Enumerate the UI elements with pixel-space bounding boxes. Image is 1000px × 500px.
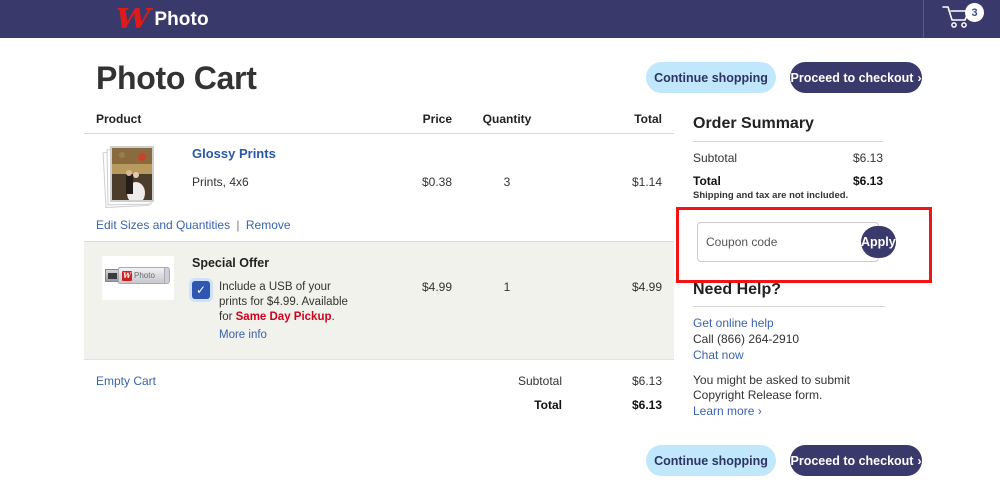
product-values-row: Prints, 4x6 $0.38 3 $1.14 <box>192 175 662 189</box>
column-header-total: Total <box>634 112 662 126</box>
cart-area[interactable]: 3 <box>923 0 984 38</box>
glossy-prints-thumbnail[interactable] <box>102 146 156 209</box>
offer-description: Include a USB of your prints for $4.99. … <box>219 280 360 325</box>
shipping-tax-note: Shipping and tax are not included. <box>693 190 849 201</box>
cart-table: Product Price Quantity Total Glossy Prin… <box>84 112 674 412</box>
usb-cap <box>164 267 170 284</box>
proceed-to-checkout-button-top[interactable]: Proceed to checkout › <box>790 62 922 93</box>
offer-total: $4.99 <box>631 280 662 294</box>
offer-description-block: ✓ Include a USB of your prints for $4.99… <box>192 280 360 343</box>
continue-shopping-button-top[interactable]: Continue shopping <box>646 62 776 93</box>
product-name-link[interactable]: Glossy Prints <box>192 146 662 161</box>
help-phone-number: Call (866) 264-2910 <box>693 332 800 346</box>
continue-shopping-button-bottom[interactable]: Continue shopping <box>646 445 776 476</box>
column-header-price: Price <box>422 112 452 126</box>
product-quantity: 3 <box>503 175 511 189</box>
cart-subtotal-label: Subtotal <box>517 374 562 388</box>
action-separator: | <box>236 218 240 232</box>
special-offer-values-row: ✓ Include a USB of your prints for $4.99… <box>192 280 662 343</box>
usb-photo-label: Photo <box>134 271 155 280</box>
order-summary-total-value: $6.13 <box>852 174 883 188</box>
offer-quantity: 1 <box>503 280 511 294</box>
product-description: Prints, 4x6 <box>192 175 249 189</box>
remove-item-link[interactable]: Remove <box>246 218 291 232</box>
checkout-label-bottom: Proceed to checkout <box>790 453 914 468</box>
coupon-code-input[interactable] <box>706 235 861 249</box>
wedding-photo-image <box>111 147 153 201</box>
product-price: $0.38 <box>421 175 452 189</box>
usb-thumbnail-cell: W Photo <box>96 256 192 343</box>
cart-total-value: $6.13 <box>631 398 662 412</box>
walgreens-w-icon: W <box>115 4 151 35</box>
special-offer-heading: Special Offer <box>192 256 270 270</box>
checkout-label: Proceed to checkout <box>790 70 914 85</box>
order-summary-subtotal-row: Subtotal $6.13 <box>693 151 883 165</box>
site-header: W Photo 3 <box>0 0 1000 38</box>
usb-walgreens-badge-icon: W <box>122 270 132 281</box>
cart-table-header: Product Price Quantity Total <box>84 112 674 134</box>
chat-now-link[interactable]: Chat now <box>693 347 885 363</box>
item-actions-row: Edit Sizes and Quantities | Remove <box>84 208 674 242</box>
empty-cart-link[interactable]: Empty Cart <box>96 374 452 388</box>
special-offer-row: W Photo Special Offer ✓ Include a USB of… <box>84 242 674 360</box>
brand-name-label: Photo <box>154 8 209 30</box>
order-summary-total-label: Total <box>693 174 721 188</box>
order-summary-subtotal-label: Subtotal <box>693 151 738 165</box>
apply-coupon-button[interactable]: Apply <box>861 226 896 258</box>
cart-subtotal-row: Empty Cart Subtotal $6.13 <box>84 360 674 388</box>
column-header-product: Product <box>96 112 142 126</box>
chevron-right-icon: › <box>917 70 922 85</box>
page-title: Photo Cart <box>96 60 257 96</box>
edit-sizes-quantities-link[interactable]: Edit Sizes and Quantities <box>96 218 230 232</box>
product-info-cell: Glossy Prints Prints, 4x6 $0.38 3 $1.14 <box>192 146 662 208</box>
more-info-link[interactable]: More info <box>219 329 267 341</box>
offer-text-wrapper: Include a USB of your prints for $4.99. … <box>219 280 360 343</box>
order-summary-panel: Order Summary Subtotal $6.13 Total $6.13… <box>693 115 883 201</box>
column-header-quantity: Quantity <box>482 112 532 126</box>
cart-subtotal-value: $6.13 <box>631 374 662 388</box>
usb-offer-checkbox[interactable]: ✓ <box>192 281 210 299</box>
usb-drive-thumbnail: W Photo <box>102 256 174 300</box>
same-day-pickup-highlight: Same Day Pickup <box>235 311 332 323</box>
copyright-release-note: You might be asked to submit Copyright R… <box>693 373 850 402</box>
need-help-heading: Need Help? <box>693 281 885 307</box>
cart-item-glossy-prints: Glossy Prints Prints, 4x6 $0.38 3 $1.14 <box>84 134 674 209</box>
learn-more-link[interactable]: Learn more › <box>693 403 885 419</box>
proceed-to-checkout-button-bottom[interactable]: Proceed to checkout › <box>790 445 922 476</box>
bottom-action-buttons: Continue shopping Proceed to checkout › <box>646 445 922 476</box>
product-total: $1.14 <box>631 175 662 189</box>
order-summary-total-row: Total $6.13 <box>693 174 883 188</box>
special-offer-info: Special Offer ✓ Include a USB of your pr… <box>192 256 662 343</box>
get-online-help-link[interactable]: Get online help <box>693 315 885 331</box>
checkmark-icon: ✓ <box>195 283 207 297</box>
cart-total-label: Total <box>534 398 562 412</box>
chevron-right-icon-bottom: › <box>917 453 922 468</box>
usb-body: W Photo <box>118 267 166 284</box>
special-offer-content: W Photo Special Offer ✓ Include a USB of… <box>96 256 662 343</box>
cart-icon-wrapper[interactable]: 3 <box>942 3 984 34</box>
order-summary-heading: Order Summary <box>693 115 883 142</box>
brand-logo[interactable]: W Photo <box>115 4 209 35</box>
need-help-panel: Need Help? Get online help Call (866) 26… <box>693 281 885 419</box>
coupon-field-group: Apply <box>697 222 896 262</box>
photo-cart-page: W Photo 3 Photo Cart Continue shopping P… <box>0 0 1000 500</box>
product-thumbnail-cell <box>96 146 192 209</box>
top-action-buttons: Continue shopping Proceed to checkout › <box>646 62 922 93</box>
cart-total-row: Total $6.13 <box>84 388 674 412</box>
order-summary-subtotal-value: $6.13 <box>852 151 883 165</box>
cart-count-badge: 3 <box>965 3 984 22</box>
offer-text-after: . <box>331 311 335 323</box>
offer-price: $4.99 <box>421 280 452 294</box>
